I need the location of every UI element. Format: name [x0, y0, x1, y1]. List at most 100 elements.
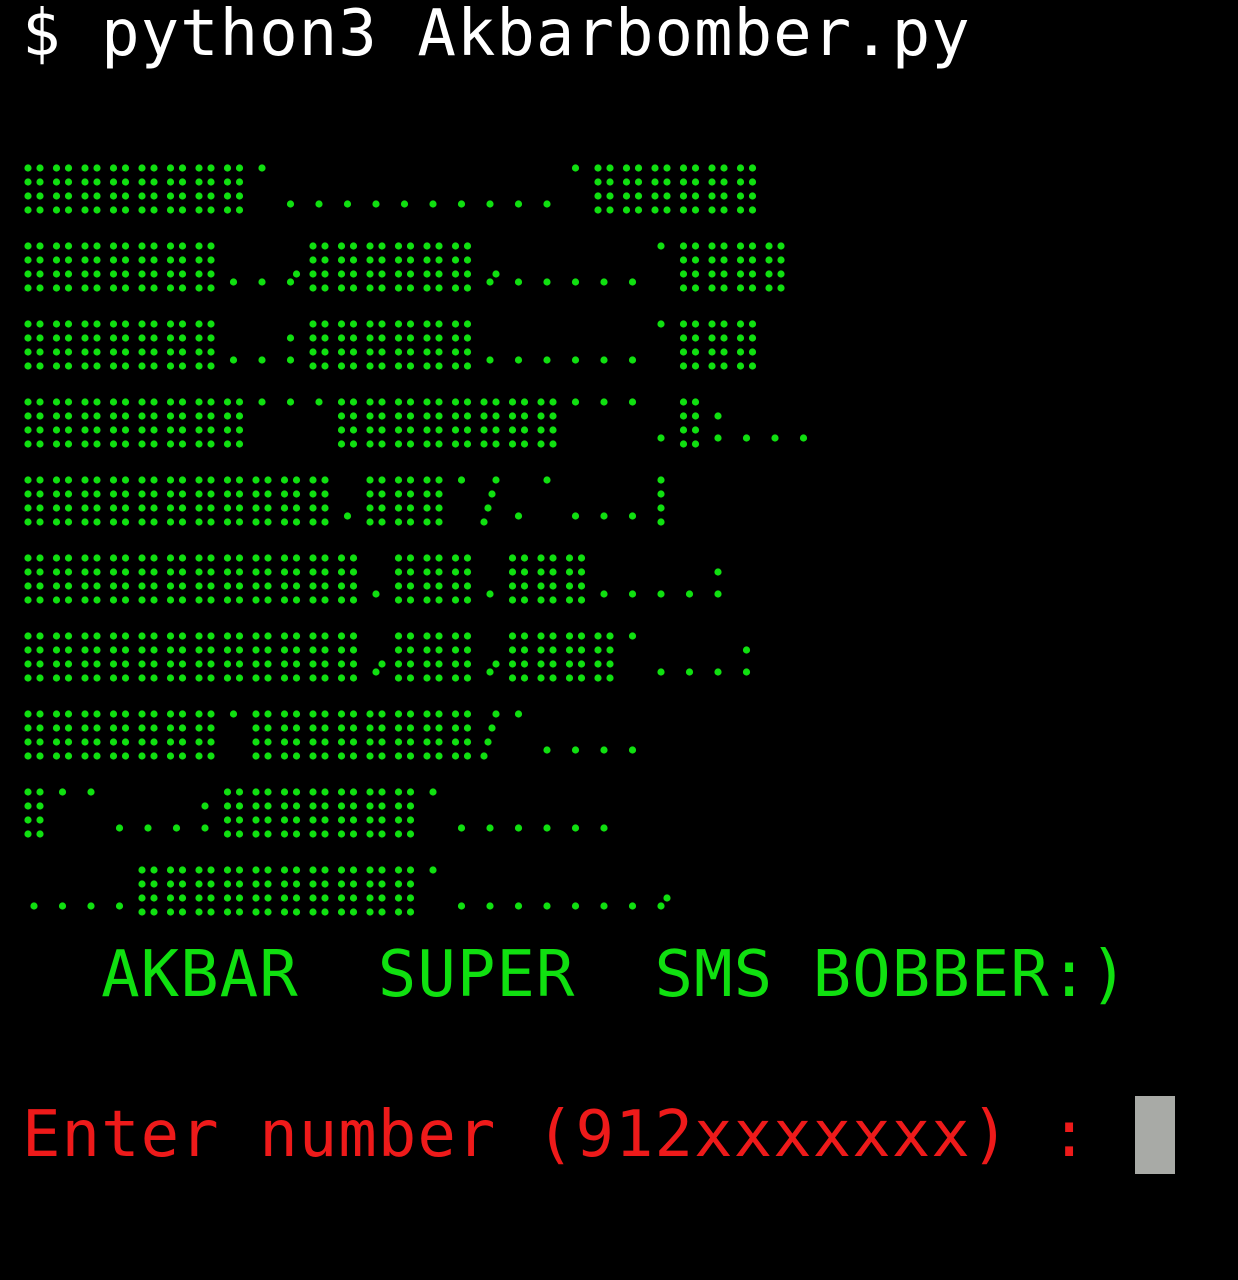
banner-dot [394, 880, 403, 888]
banner-dot [309, 554, 317, 562]
banner-dot [178, 334, 187, 342]
banner-dot [378, 880, 386, 888]
banner-dot [178, 724, 187, 732]
banner-dot [280, 568, 289, 576]
banner-dot [195, 674, 203, 682]
banner-dot [622, 178, 631, 186]
banner-dot [121, 518, 130, 526]
banner-dot [93, 348, 101, 356]
banner-dot [36, 398, 44, 406]
banner-dot [337, 880, 346, 888]
banner-dot [24, 412, 32, 420]
banner-dot [337, 816, 346, 824]
banner-dot [321, 674, 329, 682]
banner-dot [714, 668, 722, 676]
banner-dot [337, 256, 346, 264]
banner-dot [64, 710, 73, 718]
banner-dot [480, 426, 488, 434]
banner-dot [606, 192, 614, 200]
banner-dot [508, 440, 517, 448]
terminal-window[interactable]: $ python3 Akbarbomber.py AKBAR SUPER SMS… [0, 0, 1238, 1280]
banner-dot [81, 518, 89, 526]
banner-dot [258, 278, 266, 286]
banner-dot [292, 866, 301, 874]
banner-dot [235, 440, 244, 448]
banner-dot [280, 894, 289, 902]
banner-dot [195, 412, 203, 420]
banner-dot [714, 568, 722, 576]
banner-dot [537, 660, 545, 668]
banner-dot [252, 518, 260, 526]
banner-dot [451, 440, 460, 448]
banner-dot [435, 256, 443, 264]
banner-dot [309, 284, 317, 292]
banner-dot [343, 200, 352, 208]
banner-dot [81, 596, 89, 604]
banner-dot [178, 894, 187, 902]
banner-dot [195, 334, 203, 342]
banner-dot [394, 788, 403, 796]
banner-dot [577, 646, 586, 654]
banner-dot [286, 200, 295, 208]
banner-dot [549, 426, 557, 434]
banner-dot [52, 398, 61, 406]
banner-dot [736, 192, 745, 200]
banner-dot [594, 674, 602, 682]
banner-dot [138, 710, 146, 718]
banner-dot [520, 412, 529, 420]
banner-dot [514, 200, 523, 208]
banner-dot [150, 192, 158, 200]
banner-dot [207, 490, 215, 498]
banner-dot [549, 440, 557, 448]
banner-dot [292, 596, 301, 604]
banner-dot [252, 788, 260, 796]
banner-dot [178, 518, 187, 526]
banner-dot [280, 490, 289, 498]
banner-dot [264, 490, 272, 498]
banner-dot [223, 788, 232, 796]
banner-dot [691, 164, 700, 172]
banner-dot [463, 256, 472, 264]
banner-dot [321, 256, 329, 264]
banner-dot [492, 476, 500, 484]
banner-dot [195, 440, 203, 448]
banner-dot [252, 752, 260, 760]
banner-dot [64, 476, 73, 484]
banner-dot [423, 426, 431, 434]
banner-dot [765, 270, 773, 278]
banner-dot [109, 192, 118, 200]
number-input-line[interactable]: Enter number (912xxxxxxx) : [22, 1095, 1175, 1175]
banner-dot [235, 426, 244, 434]
banner-dot [423, 632, 431, 640]
banner-dot [577, 660, 586, 668]
terminal-cursor[interactable] [1134, 1096, 1175, 1174]
banner-dot [349, 412, 358, 420]
banner-dot [166, 398, 175, 406]
banner-dot [223, 632, 232, 640]
banner-dot [207, 894, 215, 902]
banner-dot [223, 440, 232, 448]
banner-dot [292, 490, 301, 498]
banner-dot [109, 334, 118, 342]
banner-dot [435, 320, 443, 328]
banner-dot [223, 646, 232, 654]
banner-dot [121, 426, 130, 434]
banner-dot [484, 738, 492, 746]
banner-dot [736, 334, 745, 342]
banner-dot [138, 894, 146, 902]
banner-dot [258, 164, 266, 172]
banner-dot [451, 362, 460, 370]
banner-dot [166, 164, 175, 172]
banner-dot [252, 554, 260, 562]
banner-dot [138, 320, 146, 328]
banner-dot [549, 646, 557, 654]
banner-dot [24, 206, 32, 214]
banner-dot [777, 270, 785, 278]
banner-dot [166, 348, 175, 356]
banner-dot [223, 660, 232, 668]
banner-dot [166, 518, 175, 526]
banner-dot [457, 902, 466, 910]
banner-dot [720, 192, 728, 200]
banner-dot [109, 632, 118, 640]
banner-dot [150, 908, 158, 916]
